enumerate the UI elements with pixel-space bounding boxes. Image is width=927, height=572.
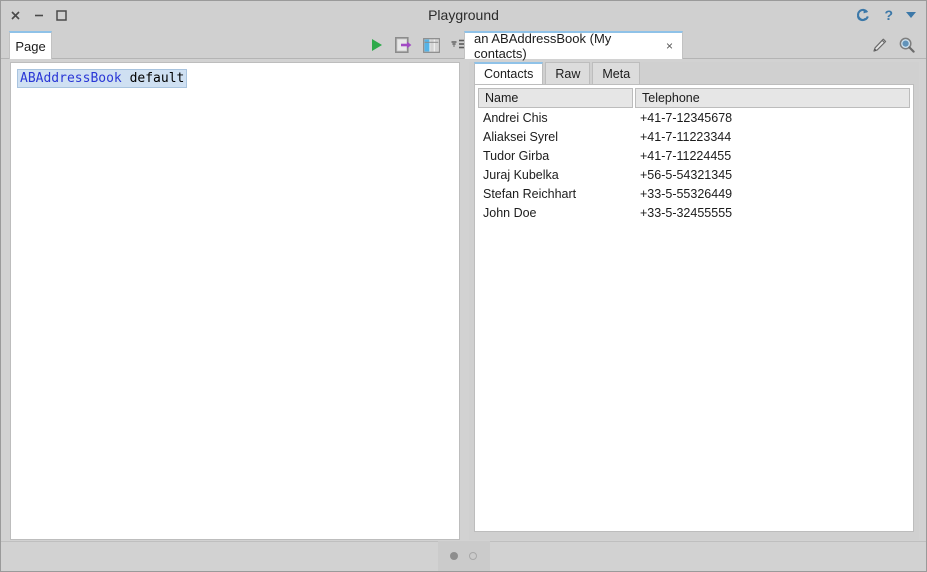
title-bar-actions: ?: [854, 1, 916, 29]
cell-name: Juraj Kubelka: [483, 167, 559, 182]
column-header-name[interactable]: Name: [478, 88, 633, 108]
page-indicators: [437, 541, 490, 571]
code-separator: [122, 71, 130, 86]
tab-contacts[interactable]: Contacts: [474, 62, 544, 84]
code-class-token: ABAddressBook: [20, 71, 122, 86]
cell-name: Andrei Chis: [483, 110, 548, 125]
code-editor-pane[interactable]: ABAddressBook default: [10, 62, 460, 540]
tab-page[interactable]: Page: [9, 31, 52, 59]
tab-meta-label: Meta: [602, 66, 631, 81]
tab-raw-label: Raw: [555, 66, 581, 81]
help-icon[interactable]: ?: [884, 8, 893, 22]
chevron-down-icon[interactable]: [906, 12, 916, 18]
window-controls: [9, 1, 68, 29]
table-row[interactable]: John Doe +33-5-32455555: [478, 203, 910, 222]
table-header-row: Name Telephone: [478, 88, 910, 108]
playground-window: Playground ? Page an ABAddressBook (My c…: [0, 0, 927, 572]
maximize-window-icon[interactable]: [55, 9, 68, 22]
contacts-table-body: Andrei Chis +41-7-12345678 Aliaksei Syre…: [478, 108, 910, 222]
tab-meta[interactable]: Meta: [592, 62, 641, 84]
page-indicator-1-icon[interactable]: [450, 552, 458, 560]
cell-telephone: +33-5-55326449: [640, 186, 733, 201]
tab-contacts-label: Contacts: [484, 67, 534, 81]
tab-raw[interactable]: Raw: [545, 62, 591, 84]
column-header-telephone[interactable]: Telephone: [635, 88, 910, 108]
inspector-tabs: Contacts Raw Meta: [474, 62, 642, 84]
code-message-token: default: [129, 71, 185, 86]
title-bar: Playground ?: [1, 1, 926, 29]
toolbar-icons: [370, 31, 471, 59]
table-row[interactable]: Tudor Girba +41-7-11224455: [478, 146, 910, 165]
table-row[interactable]: Juraj Kubelka +56-5-54321345: [478, 165, 910, 184]
search-icon[interactable]: [899, 37, 915, 53]
cell-name: Aliaksei Syrel: [483, 129, 559, 144]
status-bar: [1, 541, 926, 571]
cell-telephone: +56-5-54321345: [640, 167, 733, 182]
table-row[interactable]: Stefan Reichhart +33-5-55326449: [478, 184, 910, 203]
tab-object-label: an ABAddressBook (My contacts): [474, 31, 612, 61]
sync-icon[interactable]: [854, 7, 871, 23]
inspector-pane: Contacts Raw Meta Name Telephone Andrei …: [469, 62, 919, 540]
pencil-icon[interactable]: [872, 38, 887, 53]
minimize-window-icon[interactable]: [32, 9, 45, 22]
page-indicator-2-icon[interactable]: [469, 552, 477, 560]
toolbar-right-icons: [872, 31, 915, 59]
tab-page-label: Page: [15, 38, 46, 54]
cell-telephone: +41-7-12345678: [640, 110, 733, 125]
cell-telephone: +41-7-11223344: [640, 129, 732, 144]
table-row[interactable]: Aliaksei Syrel +41-7-11223344: [478, 127, 910, 146]
cell-name: Tudor Girba: [483, 148, 550, 163]
cell-name: Stefan Reichhart: [483, 186, 577, 201]
tab-object-inspector[interactable]: an ABAddressBook (My contacts) ×: [464, 31, 683, 61]
cell-name: John Doe: [483, 205, 537, 220]
window-title: Playground: [428, 7, 499, 23]
contacts-table-panel: Name Telephone Andrei Chis +41-7-1234567…: [474, 84, 914, 532]
publish-icon[interactable]: [395, 37, 412, 53]
close-icon[interactable]: ×: [663, 39, 676, 53]
close-window-icon[interactable]: [9, 9, 22, 22]
cell-telephone: +33-5-32455555: [640, 205, 733, 220]
code-line[interactable]: ABAddressBook default: [17, 69, 188, 88]
run-icon[interactable]: [370, 38, 384, 52]
table-row[interactable]: Andrei Chis +41-7-12345678: [478, 108, 910, 127]
columns-icon[interactable]: [423, 37, 440, 53]
cell-telephone: +41-7-11224455: [640, 148, 732, 163]
